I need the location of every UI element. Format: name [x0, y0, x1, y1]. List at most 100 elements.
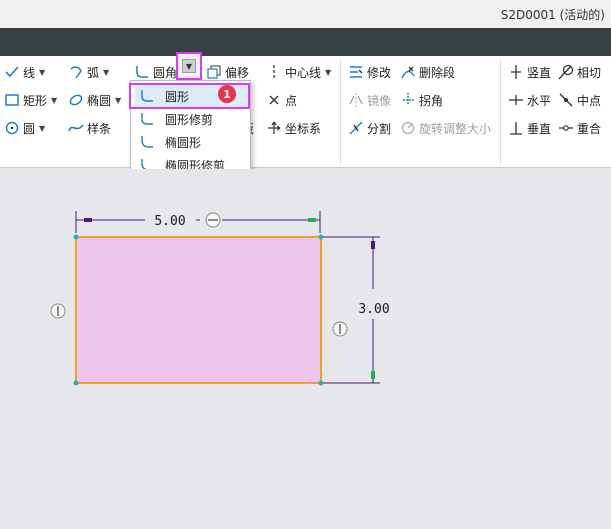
ellipse-button[interactable]: 椭圆 ▼ — [68, 90, 121, 110]
sketch-canvas[interactable]: 5.00 3.00 — [0, 169, 611, 529]
rectangle-icon — [4, 92, 20, 108]
menu-item-label: 椭圆形 — [165, 135, 202, 150]
mirror-label: 镜像 — [367, 93, 392, 108]
centerline-dropdown-icon[interactable]: ▼ — [325, 68, 331, 77]
modify-icon — [348, 64, 364, 80]
fillet-elliptical-icon — [139, 134, 155, 150]
divide-icon — [348, 120, 364, 136]
midpoint-label: 中点 — [577, 93, 602, 108]
coincident-constraint-button[interactable]: 重合 — [558, 118, 601, 138]
horizontal-constraint-button[interactable]: 水平 — [508, 90, 551, 110]
rectangle-dropdown-icon[interactable]: ▼ — [51, 96, 57, 105]
divide-label: 分割 — [367, 121, 392, 136]
tangent-icon — [558, 64, 574, 80]
spline-button[interactable]: 样条 — [68, 118, 111, 138]
width-arrow-left — [84, 218, 92, 222]
offset-button[interactable]: 偏移 — [206, 62, 249, 82]
arc-button[interactable]: 弧 ▼ — [68, 62, 109, 82]
height-dimension[interactable]: 3.00 — [322, 236, 390, 384]
line-dropdown-icon[interactable]: ▼ — [39, 68, 45, 77]
rectangle-label: 矩形 — [23, 93, 48, 108]
ellipse-icon — [68, 92, 84, 108]
circle-icon — [4, 120, 20, 136]
modify-label: 修改 — [367, 65, 392, 80]
height-arrow-top — [371, 241, 375, 249]
arc-label: 弧 — [87, 65, 100, 80]
corner-vertex[interactable] — [73, 234, 79, 240]
width-dimension[interactable]: 5.00 — [75, 211, 321, 233]
tangent-constraint-button[interactable]: 相切 — [558, 62, 601, 82]
centerline-icon — [266, 64, 282, 80]
horizontal-icon — [508, 92, 524, 108]
perpendicular-constraint-button[interactable]: 垂直 — [508, 118, 551, 138]
coordsys-label: 坐标系 — [285, 121, 322, 136]
coincident-label: 重合 — [577, 121, 602, 136]
fillet-button[interactable]: 圆角 — [134, 62, 177, 82]
width-dimension-value[interactable]: 5.00 — [154, 214, 185, 229]
rotate-resize-icon — [400, 120, 416, 136]
circle-label: 圆 — [23, 121, 36, 136]
circle-dropdown-icon[interactable]: ▼ — [39, 124, 45, 133]
divide-button[interactable]: 分割 — [348, 118, 391, 138]
chevron-down-icon: ▼ — [182, 59, 196, 73]
midpoint-icon — [558, 92, 574, 108]
delete-segment-icon — [400, 64, 416, 80]
rotate-resize-label: 旋转调整大小 — [419, 121, 492, 136]
sketch-svg[interactable]: 5.00 3.00 — [0, 169, 611, 529]
rotate-resize-button[interactable]: 旋转调整大小 — [400, 118, 491, 138]
perpendicular-icon — [508, 120, 524, 136]
mirror-button[interactable]: 镜像 — [348, 90, 391, 110]
menu-strip — [0, 28, 611, 56]
coordsys-icon — [266, 120, 282, 136]
spline-icon — [68, 120, 84, 136]
delete-segment-label: 删除段 — [419, 65, 456, 80]
height-arrow-bottom — [371, 371, 375, 379]
vertical-label: 竖直 — [527, 65, 552, 80]
line-button[interactable]: 线 ▼ — [4, 62, 45, 82]
point-label: 点 — [285, 93, 298, 108]
corner-button[interactable]: 拐角 — [400, 90, 443, 110]
coordsys-button[interactable]: 坐标系 — [266, 118, 321, 138]
ribbon-separator — [500, 60, 501, 164]
corner-icon — [400, 92, 416, 108]
circle-button[interactable]: 圆 ▼ — [4, 118, 45, 138]
mirror-icon — [348, 92, 364, 108]
coincident-icon — [558, 120, 574, 136]
vertical-constraint-icon — [332, 321, 348, 337]
centerline-button[interactable]: 中心线 ▼ — [266, 62, 331, 82]
vertical-constraint-icon — [50, 303, 66, 319]
menu-item-circular-trim[interactable]: 圆形修剪 — [135, 108, 248, 130]
step-badge: 1 — [218, 85, 236, 103]
fillet-dropdown-button[interactable]: ▼ — [176, 52, 202, 80]
fillet-icon — [134, 64, 150, 80]
offset-icon — [206, 64, 222, 80]
corner-label: 拐角 — [419, 93, 444, 108]
ellipse-dropdown-icon[interactable]: ▼ — [115, 96, 121, 105]
arc-icon — [68, 64, 84, 80]
corner-vertex[interactable] — [318, 234, 324, 240]
fillet-circular-trim-icon — [139, 111, 155, 127]
point-button[interactable]: 点 — [266, 90, 297, 110]
sketch-rectangle[interactable] — [75, 236, 322, 384]
corner-vertex[interactable] — [73, 380, 79, 386]
ribbon-separator — [340, 60, 341, 164]
vertical-icon — [508, 64, 524, 80]
menu-item-label: 圆形修剪 — [165, 112, 214, 127]
horizontal-label: 水平 — [527, 93, 552, 108]
corner-vertex[interactable] — [318, 380, 324, 386]
ellipse-label: 椭圆 — [87, 93, 112, 108]
line-icon — [4, 64, 20, 80]
delete-segment-button[interactable]: 删除段 — [400, 62, 455, 82]
modify-button[interactable]: 修改 — [348, 62, 391, 82]
menu-item-elliptical[interactable]: 椭圆形 — [135, 131, 248, 153]
arc-dropdown-icon[interactable]: ▼ — [103, 68, 109, 77]
midpoint-constraint-button[interactable]: 中点 — [558, 90, 601, 110]
ribbon: 线 ▼ 矩形 ▼ 圆 ▼ 弧 ▼ 椭圆 ▼ 样条 圆角 偏移 板 中心线 — [0, 56, 611, 222]
line-label: 线 — [23, 65, 36, 80]
vertical-constraint-button[interactable]: 竖直 — [508, 62, 551, 82]
offset-label: 偏移 — [225, 65, 250, 80]
rectangle-button[interactable]: 矩形 ▼ — [4, 90, 57, 110]
spline-label: 样条 — [87, 121, 112, 136]
fillet-label: 圆角 — [153, 65, 178, 80]
height-dimension-value[interactable]: 3.00 — [358, 302, 389, 317]
